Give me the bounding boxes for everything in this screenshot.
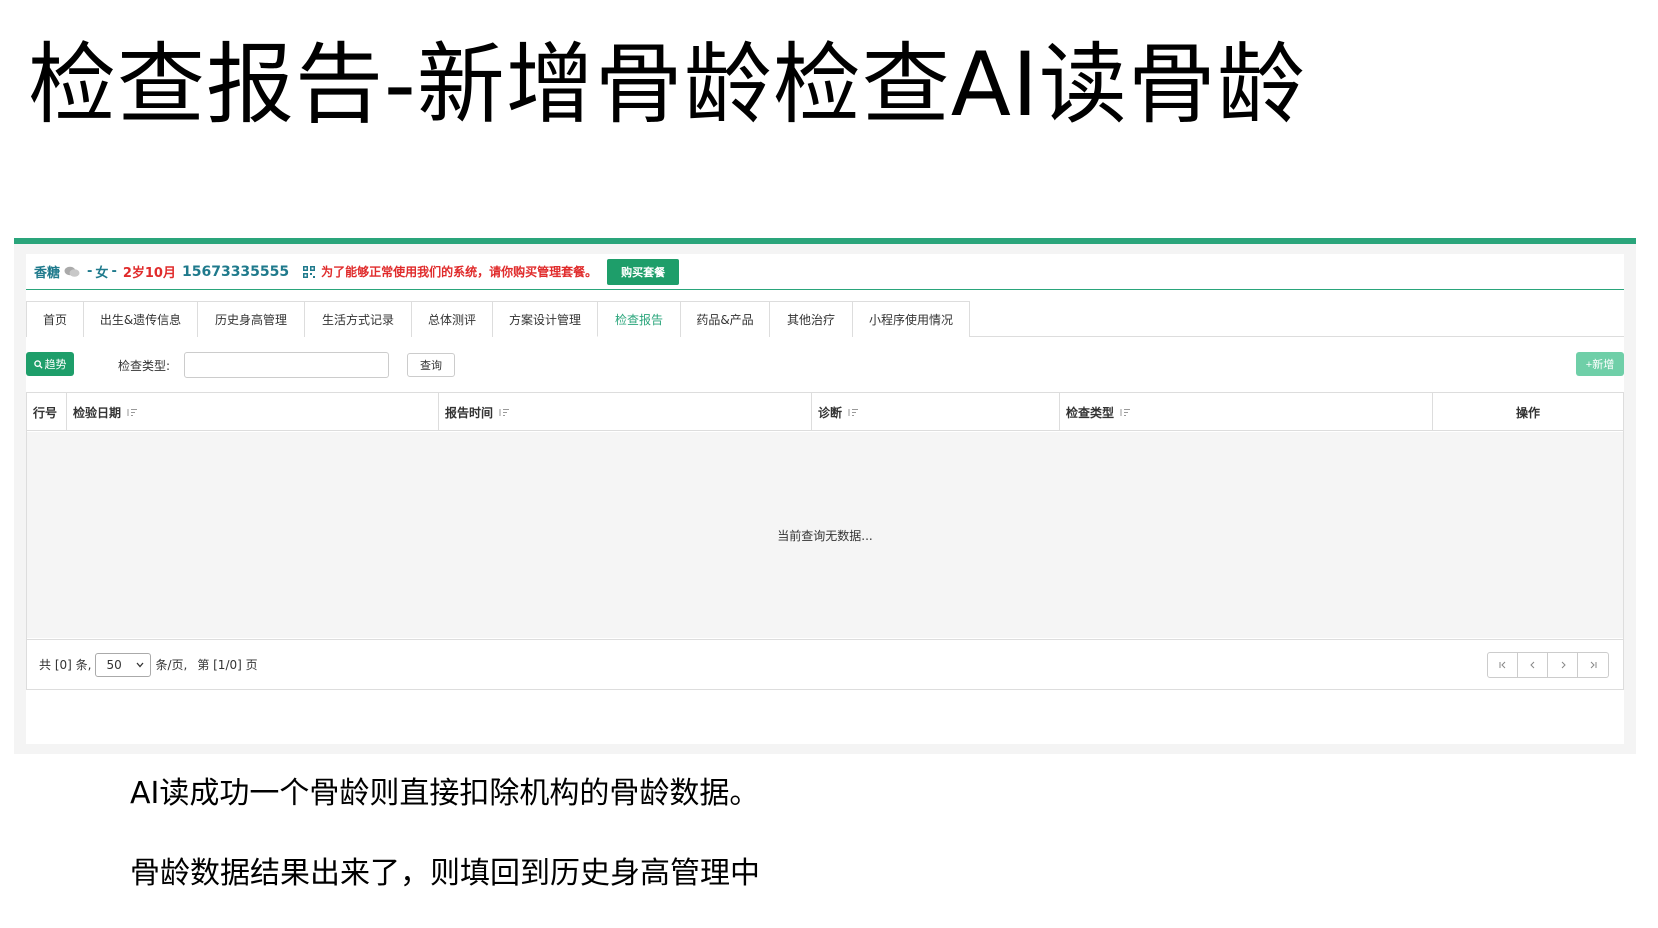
page-info: 第 [1/0] 页 [197,658,258,672]
separator: - [111,264,117,279]
search-icon [33,359,43,369]
patient-age: 2岁10月 [122,266,176,281]
slide-note-2: 骨龄数据结果出来了，则填回到历史身高管理中 [130,856,760,891]
sort-icon[interactable] [127,408,138,417]
tab-bar: 首页 出生&遗传信息 历史身高管理 生活方式记录 总体测评 方案设计管理 检查报… [26,301,1624,337]
slide-title: 检查报告-新增骨龄检查AI读骨龄 [28,33,1306,136]
tab-drugs-products[interactable]: 药品&产品 [680,301,770,337]
report-table: 行号 检验日期 报告时间 诊断 检查类型 操作 当前查询无数据... 共 [0]… [26,392,1624,690]
tab-birth-genetics[interactable]: 出生&遗传信息 [83,301,198,337]
column-header-diagnosis[interactable]: 诊断 [812,393,1060,431]
column-header-exam-type[interactable]: 检查类型 [1060,393,1433,431]
tab-overall-assessment[interactable]: 总体测评 [411,301,493,337]
first-page-icon [1499,661,1505,669]
tab-other-treatment[interactable]: 其他治疗 [769,301,853,337]
sort-icon[interactable] [848,408,859,417]
buy-package-button[interactable]: 购买套餐 [607,258,680,285]
separator: - [87,264,93,279]
chat-icon[interactable] [64,266,80,278]
empty-state-message: 当前查询无数据... [27,432,1623,638]
per-page-label: 条/页, [155,658,188,672]
sort-icon[interactable] [1120,408,1131,417]
next-page-button[interactable] [1548,653,1578,677]
last-page-button[interactable] [1578,653,1608,677]
patient-gender: 女 [95,266,109,281]
exam-type-input[interactable] [184,352,389,378]
prev-page-button[interactable] [1518,653,1548,677]
tab-exam-report[interactable]: 检查报告 [597,301,681,337]
chevron-left-icon [1529,661,1534,669]
app-screenshot: 香糖 - 女 - 2岁10月 15673335555 为了能够正常使用我们的系统… [14,238,1636,754]
tab-lifestyle[interactable]: 生活方式记录 [304,301,412,337]
query-button[interactable]: 查询 [407,353,455,377]
column-header-row-number: 行号 [27,393,67,431]
table-header: 行号 检验日期 报告时间 诊断 检查类型 操作 [27,393,1623,431]
sort-icon[interactable] [499,408,510,417]
tab-home[interactable]: 首页 [26,301,84,337]
tab-miniprogram-usage[interactable]: 小程序使用情况 [852,301,970,337]
slide-note-1: AI读成功一个骨龄则直接扣除机构的骨龄数据。 [130,776,760,811]
purchase-warning: 为了能够正常使用我们的系统，请你购买管理套餐。 [321,265,598,279]
add-button[interactable]: +新增 [1576,352,1624,376]
pagination [1487,652,1609,678]
last-page-icon [1590,661,1597,669]
table-footer: 共 [0] 条, 50 条/页, 第 [1/0] 页 [27,639,1623,689]
trend-button[interactable]: 趋势 [26,352,74,376]
column-header-report-time[interactable]: 报告时间 [439,393,812,431]
total-count: 共 [0] 条, [39,658,92,672]
patient-phone: 15673335555 [181,263,290,280]
qr-code-icon[interactable] [303,265,316,278]
column-header-actions: 操作 [1515,405,1540,420]
page-size-select[interactable]: 50 [95,652,152,677]
first-page-button[interactable] [1488,653,1518,677]
tab-height-history[interactable]: 历史身高管理 [197,301,305,337]
patient-info-bar: 香糖 - 女 - 2岁10月 15673335555 为了能够正常使用我们的系统… [26,254,1624,290]
chevron-down-icon [136,662,144,667]
tab-plan-design[interactable]: 方案设计管理 [492,301,598,337]
patient-name[interactable]: 香糖 [34,262,60,281]
filter-toolbar: 趋势 检查类型: 查询 +新增 [26,349,1624,379]
column-header-test-date[interactable]: 检验日期 [67,393,439,431]
trend-button-label: 趋势 [44,359,67,371]
chevron-right-icon [1561,661,1566,669]
exam-type-label: 检查类型: [118,359,171,373]
app-content: 香糖 - 女 - 2岁10月 15673335555 为了能够正常使用我们的系统… [26,254,1624,744]
